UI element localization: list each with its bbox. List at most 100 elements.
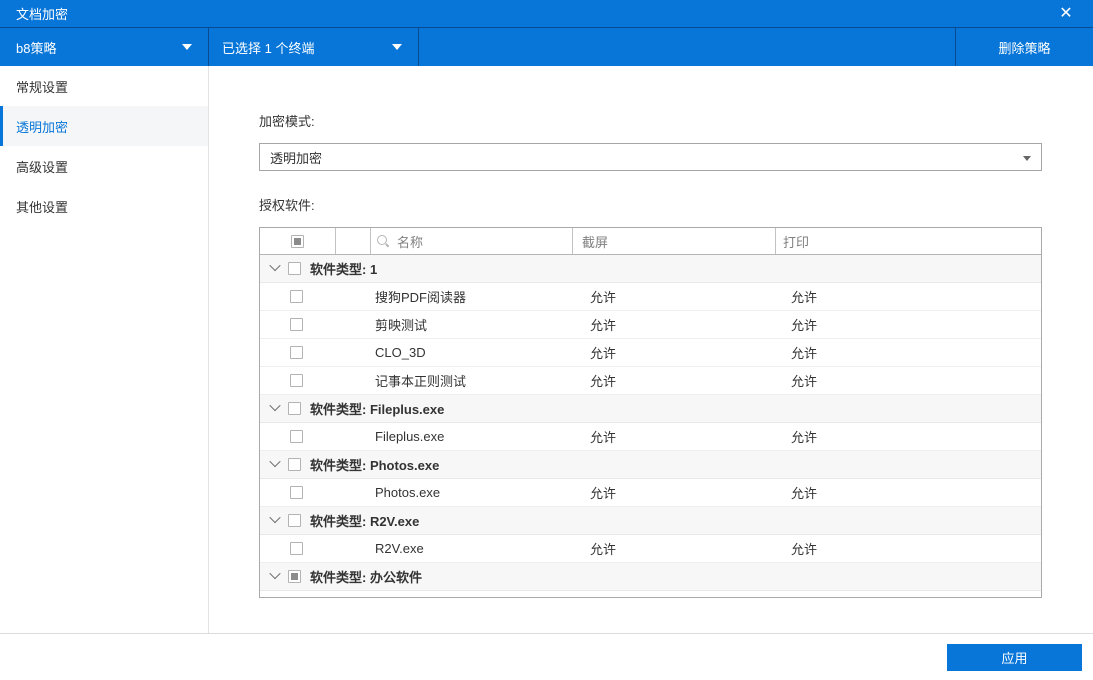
print-column-label: 打印	[783, 234, 810, 250]
print-permission: 允许	[791, 486, 818, 501]
close-icon[interactable]: ✕	[1055, 3, 1077, 25]
header-cell-select	[260, 228, 336, 254]
software-name: 剪映测试	[375, 318, 428, 333]
group-label: 软件类型: Photos.exe	[310, 458, 440, 473]
group-label: 软件类型: 办公软件	[310, 570, 422, 585]
chevron-down-icon[interactable]	[269, 455, 281, 467]
name-column-label: 名称	[397, 234, 424, 250]
row-checkbox[interactable]	[290, 290, 303, 303]
sidebar-item-label: 高级设置	[16, 159, 69, 175]
software-name: Photos.exe	[375, 485, 441, 500]
sidebar-item-label: 其他设置	[16, 199, 69, 215]
sidebar-item-1[interactable]: 透明加密	[0, 106, 208, 146]
software-row[interactable]: CLO_3D 允许 允许	[260, 339, 1041, 367]
select-all-checkbox[interactable]	[291, 234, 304, 248]
table-rows: 软件类型: 1 搜狗PDF阅读器 允许 允许 剪映测试 允许 允许 CLO_3D 允许 允许 记事本…	[260, 255, 1041, 598]
group-row[interactable]: 软件类型: Photos.exe	[260, 451, 1041, 479]
sidebar-item-3[interactable]: 其他设置	[0, 186, 208, 226]
body: 常规设置透明加密高级设置其他设置 加密模式: 透明加密 授权软件: 名称 截屏	[0, 66, 1093, 633]
header-cell-print[interactable]: 打印	[776, 228, 1041, 254]
software-name: 搜狗PDF阅读器	[375, 290, 467, 305]
settings-sidebar: 常规设置透明加密高级设置其他设置	[0, 66, 209, 633]
software-row[interactable]: 剪映测试 允许 允许	[260, 311, 1041, 339]
authorized-software-table: 名称 截屏 打印 软件类型: 1 搜狗PDF阅读器 允许 允许 剪映测试 允许 允许 CLO_…	[259, 227, 1042, 598]
group-checkbox[interactable]	[288, 458, 301, 471]
group-checkbox[interactable]	[288, 262, 301, 275]
table-header: 名称 截屏 打印	[260, 228, 1041, 255]
software-name: WPS Office	[303, 597, 581, 598]
software-name: R2V.exe	[375, 541, 424, 556]
software-name: 记事本正则测试	[375, 374, 467, 389]
row-checkbox[interactable]	[290, 542, 303, 555]
software-name: Fileplus.exe	[375, 429, 445, 444]
screenshot-permission: 允许	[581, 595, 784, 597]
window-title: 文档加密	[16, 7, 69, 22]
print-permission: 允许	[791, 542, 818, 557]
screenshot-permission: 允许	[590, 542, 617, 557]
sidebar-item-2[interactable]: 高级设置	[0, 146, 208, 186]
authorized-software-label: 授权软件:	[259, 198, 315, 213]
screenshot-permission: 允许	[590, 318, 617, 333]
print-permission: 允许	[784, 595, 1041, 597]
group-row[interactable]: 软件类型: R2V.exe	[260, 507, 1041, 535]
software-row[interactable]: Fileplus.exe 允许 允许	[260, 423, 1041, 451]
print-permission: 允许	[791, 290, 818, 305]
chevron-down-icon[interactable]	[269, 511, 281, 523]
print-permission: 允许	[791, 430, 818, 445]
screenshot-column-label: 截屏	[582, 234, 609, 250]
print-permission: 允许	[791, 318, 818, 333]
group-checkbox[interactable]	[288, 570, 301, 583]
encryption-mode-select[interactable]: 透明加密	[259, 143, 1042, 171]
group-checkbox[interactable]	[288, 402, 301, 415]
print-permission: 允许	[791, 374, 818, 389]
title-bar: 文档加密 ✕	[0, 0, 1093, 28]
policy-dropdown[interactable]: b8策略	[0, 28, 209, 66]
chevron-down-icon[interactable]	[269, 567, 281, 579]
encryption-mode-value: 透明加密	[270, 150, 323, 166]
terminal-dropdown[interactable]: 已选择 1 个终端	[209, 28, 419, 66]
software-row[interactable]: 记事本正则测试 允许 允许	[260, 367, 1041, 395]
group-label: 软件类型: 1	[310, 262, 378, 277]
software-row[interactable]: Photos.exe 允许 允许	[260, 479, 1041, 507]
chevron-down-icon[interactable]	[269, 399, 281, 411]
row-checkbox[interactable]	[290, 374, 303, 387]
software-row[interactable]: 搜狗PDF阅读器 允许 允许	[260, 283, 1041, 311]
group-checkbox[interactable]	[288, 514, 301, 527]
screenshot-permission: 允许	[590, 374, 617, 389]
header-cell-screenshot[interactable]: 截屏	[573, 228, 776, 254]
header-cell-expand	[336, 228, 371, 254]
screenshot-permission: 允许	[590, 486, 617, 501]
terminal-dropdown-value: 已选择 1 个终端	[222, 40, 315, 56]
print-permission: 允许	[791, 346, 818, 361]
row-checkbox[interactable]	[290, 318, 303, 331]
chevron-down-icon[interactable]	[269, 259, 281, 271]
row-checkbox[interactable]	[290, 430, 303, 443]
screenshot-permission: 允许	[590, 346, 617, 361]
policy-toolbar: b8策略 已选择 1 个终端 删除策略	[0, 28, 1093, 66]
sidebar-item-label: 透明加密	[16, 119, 69, 135]
software-name: CLO_3D	[375, 345, 426, 360]
footer: 应用	[0, 633, 1093, 679]
delete-policy-button[interactable]: 删除策略	[955, 28, 1093, 66]
row-checkbox[interactable]	[290, 486, 303, 499]
group-row[interactable]: 软件类型: 办公软件	[260, 563, 1041, 591]
chevron-down-icon	[182, 44, 192, 50]
chevron-down-icon	[392, 44, 402, 50]
screenshot-permission: 允许	[590, 290, 617, 305]
sidebar-item-0[interactable]: 常规设置	[0, 66, 208, 106]
chevron-down-icon	[1023, 156, 1031, 161]
policy-dropdown-value: b8策略	[16, 40, 57, 56]
group-row[interactable]: 软件类型: Fileplus.exe	[260, 395, 1041, 423]
group-label: 软件类型: Fileplus.exe	[310, 402, 445, 417]
search-icon	[377, 234, 390, 248]
software-row[interactable]: WPS Office允许允许	[260, 591, 1041, 598]
group-label: 软件类型: R2V.exe	[310, 514, 420, 529]
apply-button[interactable]: 应用	[947, 644, 1082, 671]
main-content: 加密模式: 透明加密 授权软件: 名称 截屏 打印 软件类型: 1 搜狗PDF阅…	[209, 66, 1093, 633]
header-cell-name[interactable]: 名称	[371, 228, 573, 254]
group-row[interactable]: 软件类型: 1	[260, 255, 1041, 283]
software-row[interactable]: R2V.exe 允许 允许	[260, 535, 1041, 563]
encryption-mode-label: 加密模式:	[259, 114, 315, 129]
row-checkbox[interactable]	[290, 346, 303, 359]
